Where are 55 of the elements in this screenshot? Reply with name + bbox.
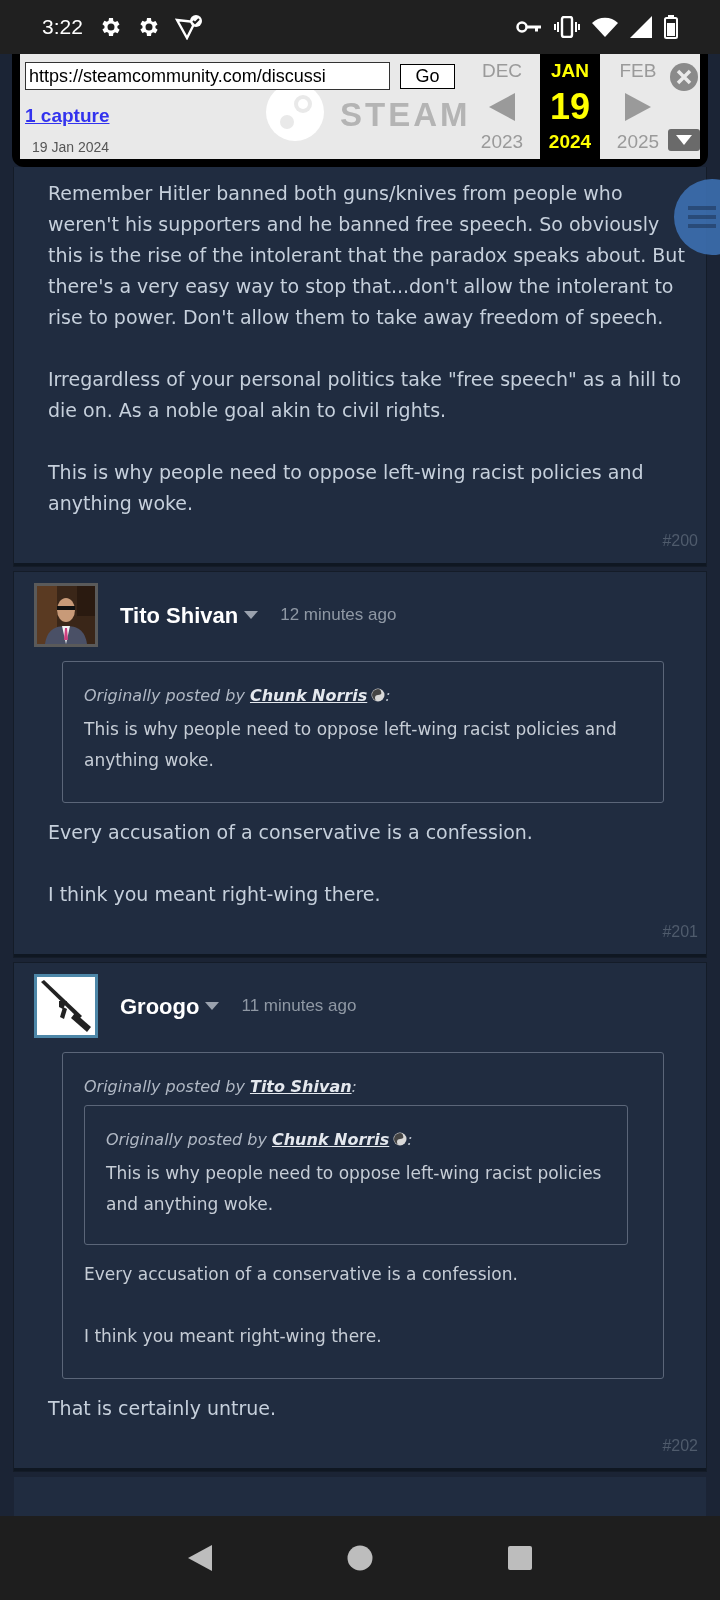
quote-text: This is why people need to oppose left-wing racist policies and anything woke. — [84, 718, 618, 772]
expand-button[interactable] — [668, 129, 700, 151]
menu-icon — [688, 206, 716, 228]
quote-author-link[interactable]: Tito Shivan — [249, 1077, 352, 1096]
battery-icon — [664, 15, 678, 39]
year-label: 2025 — [616, 129, 660, 154]
close-icon[interactable] — [669, 62, 699, 92]
key-icon — [516, 20, 542, 34]
dropdown-caret-icon[interactable] — [205, 1002, 220, 1010]
avatar[interactable] — [34, 583, 98, 647]
dropdown-caret-icon[interactable] — [244, 611, 259, 619]
quote-colon: : — [351, 1077, 357, 1096]
url-field[interactable]: https://steamcommunity.com/discussi — [25, 62, 390, 90]
clock: 3:22 — [42, 14, 83, 41]
home-icon[interactable] — [347, 1545, 373, 1571]
quote-attribution: Originally posted by — [106, 1130, 268, 1149]
capture-date: 19 Jan 2024 — [32, 137, 111, 157]
post-text: This is why people need to oppose left-wing racist policies and anything woke. — [48, 460, 645, 516]
post-time: 11 minutes ago — [241, 995, 357, 1018]
post-text: Remember Hitler banned both guns/knives from people who weren't his supporters and he banned free speech. So obviously this is the rise of the intolerant that the paradox speaks about. But there's a very easy way to stop that...don't allow the intolerant to rise to power. Don't allow them to take away freedom of speech. — [48, 181, 686, 330]
post-text: I think you meant right-wing there. — [48, 882, 382, 907]
emoticon-icon — [393, 1132, 408, 1146]
post-text: Every accusation of a conservative is a confession. — [48, 820, 534, 845]
vibrate-icon — [554, 16, 580, 38]
captures-link[interactable]: 1 capture — [25, 102, 110, 131]
signal-icon — [630, 16, 652, 38]
quote-author-link[interactable]: Chunk Norris — [249, 686, 386, 705]
funnel-check-icon — [174, 14, 203, 40]
recents-icon[interactable] — [508, 1546, 533, 1570]
day-label: 19 — [549, 88, 590, 125]
post-text: That is certainly untrue. — [48, 1396, 278, 1421]
quote-author-link[interactable]: Chunk Norris — [271, 1130, 408, 1149]
author-name[interactable]: Tito Shivan — [120, 598, 239, 632]
quote-colon: : — [385, 686, 391, 705]
quote-text: Every accusation of a conservative is a confession. — [84, 1263, 519, 1286]
month-label: DEC — [481, 59, 523, 83]
month-label: JAN — [551, 59, 589, 83]
post-time: 12 minutes ago — [280, 604, 397, 627]
month-label: FEB — [619, 59, 657, 83]
emoticon-icon — [371, 688, 386, 702]
back-icon[interactable] — [187, 1545, 212, 1571]
year-label: 2023 — [480, 129, 524, 154]
post-text: Irregardless of your personal politics take "free speech" as a hill to die on. As a noble goal akin to civil rights. — [48, 367, 683, 423]
wifi-icon — [592, 17, 618, 37]
quote-text: This is why people need to oppose left-wing racist policies and anything woke. — [106, 1162, 603, 1216]
quote-colon: : — [407, 1130, 413, 1149]
quote-text: I think you meant right-wing there. — [84, 1325, 383, 1348]
quote-attribution: Originally posted by — [84, 686, 246, 705]
author-name[interactable]: Groogo — [120, 989, 200, 1023]
selected-month-column[interactable]: JAN 19 2024 — [540, 54, 600, 159]
avatar[interactable] — [34, 974, 98, 1038]
quote-attribution: Originally posted by — [84, 1077, 246, 1096]
go-button[interactable]: Go — [400, 63, 455, 89]
caret-icon — [676, 135, 692, 145]
year-label: 2024 — [548, 129, 592, 154]
